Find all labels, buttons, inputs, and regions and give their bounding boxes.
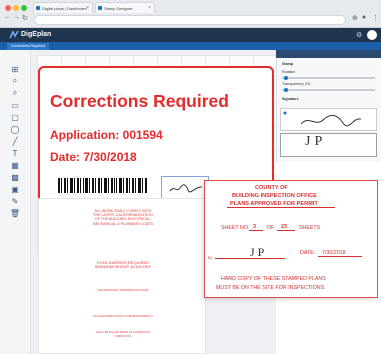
panel-header — [276, 50, 381, 58]
tab-close-icon[interactable]: × — [148, 5, 151, 11]
back-icon[interactable]: ← — [4, 14, 11, 21]
extension-icon[interactable]: ⊕ — [352, 14, 358, 22]
address-bar[interactable] — [34, 15, 346, 25]
stamp-date-line[interactable]: Date: 7/30/2018 — [50, 150, 137, 164]
of-label: OF — [267, 225, 275, 231]
document-tab-bar — [0, 42, 381, 50]
sheet-number-underline — [249, 230, 263, 231]
rotation-slider-handle[interactable] — [284, 76, 288, 80]
browser-tab-label: Stamp Designer — [104, 6, 133, 11]
image-tool-icon[interactable]: ▣ — [8, 184, 22, 194]
footer-line-1: HARD COPY OF THESE STAMPED PLANS — [221, 276, 326, 282]
barcode-element[interactable] — [58, 178, 148, 193]
rectangle-tool-icon[interactable]: ▭ — [8, 100, 22, 110]
tab-label: Corrections Required — [11, 44, 45, 48]
rounded-rect-tool-icon[interactable]: ▢ — [8, 112, 22, 122]
brand-name: DigEplan — [21, 31, 52, 38]
date-underline — [318, 256, 362, 257]
signature-scribble-icon — [283, 111, 362, 127]
settings-icon[interactable]: ⚙ — [356, 31, 362, 39]
document-note: All work shall comply with the latest Ca… — [92, 209, 154, 226]
tab-close-icon[interactable]: × — [86, 5, 89, 11]
county-office: BUILDING INSPECTION OFFICE — [232, 193, 317, 199]
date-label: DATE: — [300, 250, 316, 256]
minimize-window-icon[interactable] — [13, 5, 19, 11]
profile-icon[interactable]: ● — [362, 14, 366, 21]
zoom-out-icon[interactable]: ⌕ — [8, 88, 22, 98]
tab-favicon-icon — [36, 6, 40, 10]
document-note: Calling inspections is the responsibilit… — [92, 315, 154, 318]
signature-option-1[interactable] — [280, 108, 377, 131]
document-page: All work shall comply with the latest Ca… — [38, 198, 206, 354]
transparency-slider[interactable] — [282, 89, 375, 91]
signature-tool-icon[interactable]: ✎ — [8, 196, 22, 206]
browser-tab-label: Digital plans | Dashboard — [42, 6, 87, 11]
grid-tool-icon[interactable]: ⊞ — [8, 64, 22, 74]
by-underline — [215, 258, 285, 259]
signature-initials: JP — [305, 134, 327, 149]
reload-icon[interactable]: ↻ — [22, 14, 28, 22]
signature-label: Signature — [282, 97, 299, 101]
tab-corrections-required[interactable]: Corrections Required — [7, 43, 49, 50]
browser-menu-icon[interactable]: ⋮ — [372, 14, 379, 22]
transparency-slider-handle[interactable] — [284, 88, 288, 92]
browser-tab-dashboard[interactable]: Digital plans | Dashboard × — [33, 2, 93, 13]
footer-line-2: MUST BE ON THE SITE FOR INSPECTIONS. — [216, 285, 326, 291]
ellipse-tool-icon[interactable]: ◯ — [8, 124, 22, 134]
document-note: Pool barrier required minimum height 48 … — [95, 260, 151, 270]
barcode-tool-icon[interactable]: ▦ — [8, 160, 22, 170]
rotation-slider[interactable] — [282, 77, 375, 79]
line-tool-icon[interactable]: ╱ — [8, 136, 22, 146]
signature-element[interactable] — [168, 181, 204, 195]
qr-tool-icon[interactable]: ▩ — [8, 172, 22, 182]
maximize-window-icon[interactable] — [21, 5, 27, 11]
sheet-label: SHEET NO. — [221, 225, 250, 231]
tab-favicon-icon — [98, 6, 102, 10]
brand-logo-icon — [9, 30, 19, 39]
app-header — [0, 28, 381, 42]
stamp-application-line[interactable]: Application: 001594 — [50, 128, 163, 142]
county-title: COUNTY OF — [255, 185, 288, 191]
transparency-label: Transparency (%) — [282, 82, 311, 86]
county-header-underline — [227, 207, 335, 208]
signature-option-2[interactable] — [280, 133, 377, 157]
avatar[interactable] — [367, 30, 377, 40]
by-label: BY — [208, 256, 213, 260]
document-note: Shall be called prior to foundation insp… — [96, 331, 150, 339]
document-note: For additional information please — [97, 289, 149, 292]
browser-tab-stamp-designer[interactable]: Stamp Designer × — [95, 2, 155, 13]
sheet-total-underline — [277, 230, 295, 231]
text-tool-icon[interactable]: T — [8, 148, 22, 158]
forward-icon[interactable]: → — [13, 14, 20, 21]
panel-section-title: Stamp — [282, 62, 293, 66]
rotation-label: Rotation — [282, 70, 296, 74]
sheets-label: SHEETS — [299, 225, 321, 231]
delete-icon[interactable]: 🗑 — [8, 208, 22, 218]
close-window-icon[interactable] — [5, 5, 11, 11]
zoom-in-icon[interactable]: ⌕ — [8, 76, 22, 86]
stamp-title[interactable]: Corrections Required — [50, 91, 229, 112]
